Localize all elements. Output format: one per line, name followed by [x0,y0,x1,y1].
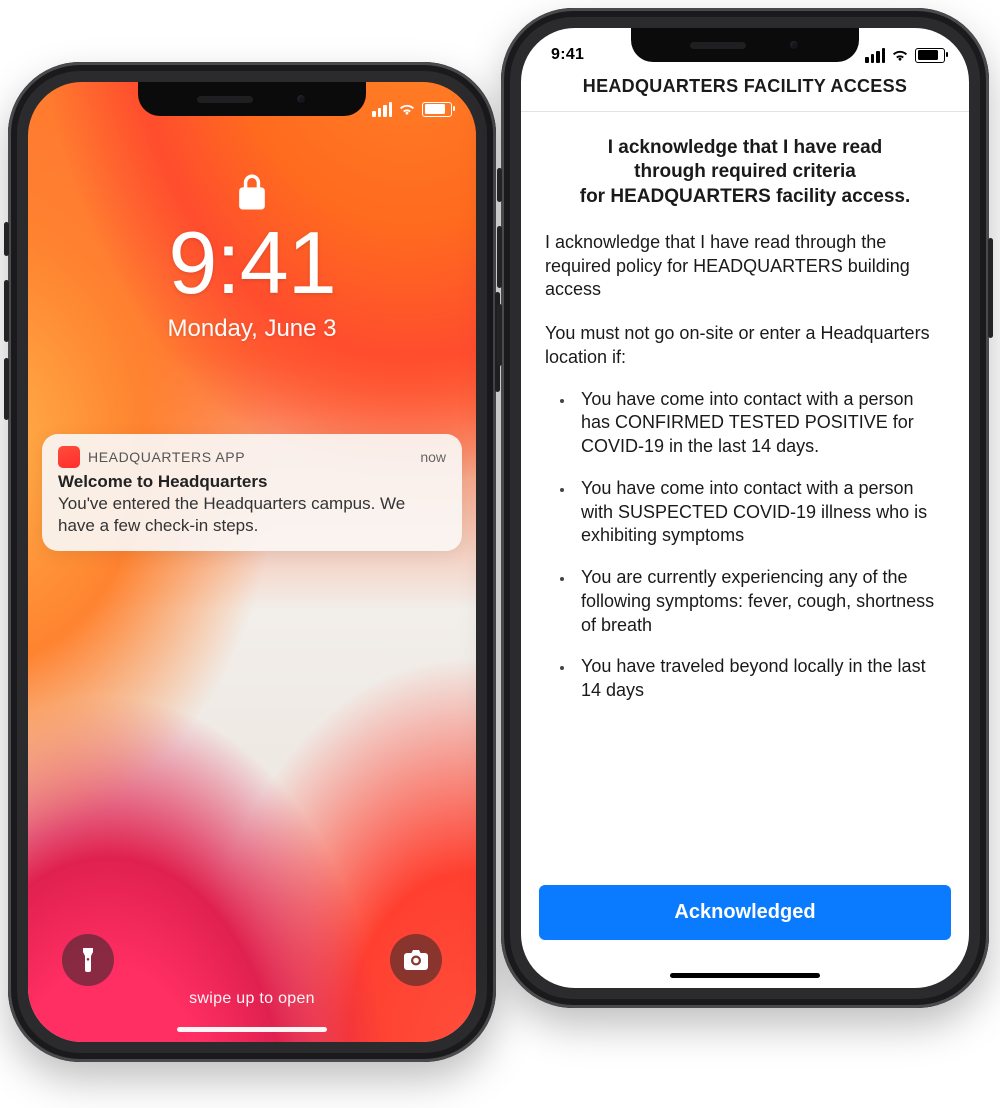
notification-app-icon [58,446,80,468]
phone-frame-lockscreen: 9:41 Monday, June 3 HEADQUARTERS APP now… [8,62,496,1062]
notification-card[interactable]: HEADQUARTERS APP now Welcome to Headquar… [42,434,462,551]
notification-timestamp: now [420,449,446,465]
acknowledgement-heading: I acknowledge that I have read through r… [553,136,937,209]
lock-icon [238,174,266,215]
lockscreen-time: 9:41 [28,219,476,307]
front-camera [788,39,800,51]
wifi-icon [891,48,909,62]
policy-paragraph: I acknowledge that I have read through t… [545,231,945,302]
flashlight-button[interactable] [62,934,114,986]
power-button[interactable] [988,238,993,338]
mute-switch[interactable] [497,168,502,202]
speaker-slot [197,96,253,103]
acknowledged-button[interactable]: Acknowledged [539,885,951,940]
phone-frame-app: 9:41 HEADQUARTERS FACILITY ACCESS I ackn… [501,8,989,1008]
battery-icon [422,102,452,117]
policy-lead: You must not go on-site or enter a Headq… [545,322,945,370]
list-item: You have come into contact with a person… [575,388,945,459]
camera-button[interactable] [390,934,442,986]
notification-app-name: HEADQUARTERS APP [88,449,245,465]
home-indicator[interactable] [177,1027,327,1032]
lockscreen: 9:41 Monday, June 3 HEADQUARTERS APP now… [28,82,476,1042]
speaker-slot [690,42,746,49]
status-time: 9:41 [551,46,584,64]
list-item: You have come into contact with a person… [575,477,945,548]
swipe-hint: swipe up to open [28,990,476,1008]
home-indicator[interactable] [670,973,820,978]
front-camera [295,93,307,105]
cellular-signal-icon [372,102,392,117]
battery-icon [915,48,945,63]
volume-down-button[interactable] [497,304,502,366]
policy-content: I acknowledge that I have read through r… [521,112,969,879]
notification-title: Welcome to Headquarters [58,472,446,492]
notification-body: You've entered the Headquarters campus. … [58,493,446,537]
volume-up-button[interactable] [4,280,9,342]
volume-down-button[interactable] [4,358,9,420]
lockscreen-date: Monday, June 3 [28,315,476,343]
cellular-signal-icon [865,48,885,63]
list-item: You are currently experiencing any of th… [575,566,945,637]
device-notch [138,82,366,116]
mute-switch[interactable] [4,222,9,256]
wifi-icon [398,102,416,116]
policy-criteria-list: You have come into contact with a person… [545,388,945,703]
app-screen: 9:41 HEADQUARTERS FACILITY ACCESS I ackn… [521,28,969,988]
device-notch [631,28,859,62]
volume-up-button[interactable] [497,226,502,288]
list-item: You have traveled beyond locally in the … [575,655,945,703]
